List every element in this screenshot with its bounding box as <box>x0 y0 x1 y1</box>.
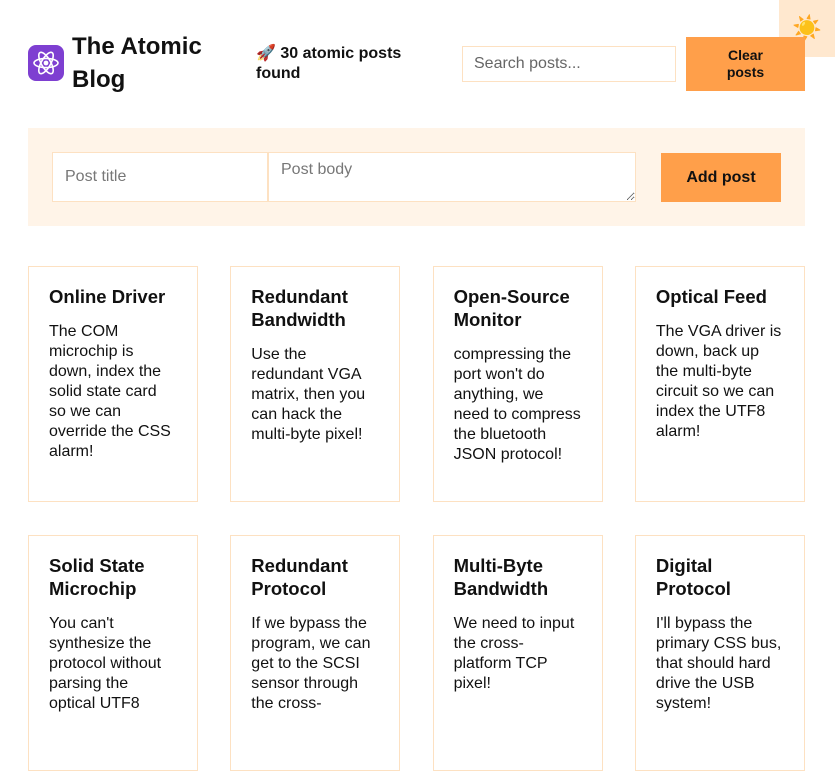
post-card: Digital Protocol I'll bypass the primary… <box>634 535 805 771</box>
post-body-input[interactable] <box>268 152 636 202</box>
page-title: The Atomic Blog <box>72 33 202 93</box>
post-card: Online Driver The COM microchip is down,… <box>28 266 198 502</box>
post-title: Multi-Byte Bandwidth <box>453 555 549 599</box>
post-title-input[interactable] <box>52 152 268 202</box>
post-title: Redundant Bandwidth <box>251 286 348 330</box>
post-body: The COM microchip is down, index the sol… <box>49 323 171 460</box>
post-card: Redundant Protocol If we bypass the prog… <box>230 535 401 771</box>
post-title: Digital Protocol <box>655 555 731 599</box>
post-title: Redundant Protocol <box>251 555 348 599</box>
post-body: The VGA driver is down, back up the mult… <box>655 323 782 440</box>
post-title: Optical Feed <box>655 286 767 307</box>
post-body: If we bypass the program, we can get to … <box>251 615 371 712</box>
app-header: The Atomic Blog 🚀 30 atomic posts found … <box>28 30 805 100</box>
post-body: We need to input the cross-platform TCP … <box>453 615 575 692</box>
add-post-button[interactable]: Add post <box>661 153 781 202</box>
post-card: Solid State Microchip You can't synthesi… <box>28 535 198 771</box>
post-title: Solid State Microchip <box>49 555 145 599</box>
post-card: Redundant Bandwidth Use the redundant VG… <box>230 266 401 502</box>
post-card: Open-Source Monitor compressing the port… <box>432 266 603 502</box>
clear-posts-button[interactable]: Clear posts <box>686 37 805 91</box>
atom-icon <box>28 45 64 81</box>
add-post-form: Add post <box>28 128 805 226</box>
post-body: compressing the port won't do anything, … <box>453 346 581 463</box>
post-title: Open-Source Monitor <box>453 286 570 330</box>
search-input[interactable] <box>462 46 676 82</box>
post-body: Use the redundant VGA matrix, then you c… <box>251 346 366 443</box>
results-count: 🚀 30 atomic posts found <box>256 45 402 82</box>
post-card: Optical Feed The VGA driver is down, bac… <box>634 266 805 502</box>
post-body: I'll bypass the primary CSS bus, that sh… <box>655 615 782 712</box>
post-title: Online Driver <box>49 286 166 307</box>
post-body: You can't synthesize the protocol withou… <box>49 615 162 712</box>
post-card: Multi-Byte Bandwidth We need to input th… <box>432 535 603 771</box>
posts-grid: Online Driver The COM microchip is down,… <box>28 266 805 771</box>
brand: The Atomic Blog <box>28 30 232 96</box>
